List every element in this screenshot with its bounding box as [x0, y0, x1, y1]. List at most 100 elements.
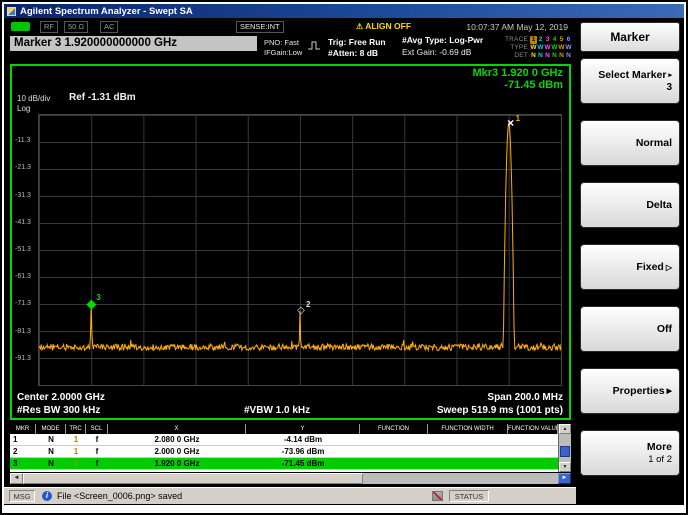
marker-table: MKRMODETRCSCLXYFUNCTIONFUNCTION WIDTHFUN…	[10, 424, 571, 472]
trace-status-cell: W	[544, 44, 551, 52]
attenuation-readout: #Atten: 8 dB	[328, 48, 378, 58]
column-header: MKR	[10, 424, 36, 434]
table-row[interactable]: 3N1f1.920 0 GHz-71.45 dBm	[10, 458, 558, 470]
active-function-readout: Marker 3 1.920000000000 GHz	[10, 36, 257, 51]
table-cell	[428, 434, 508, 445]
trace-row: TRACE123456	[494, 36, 572, 44]
softkey-off[interactable]: Off	[580, 306, 680, 352]
submenu-arrow-icon: ▸	[668, 71, 672, 79]
trace-values: 123456	[530, 36, 572, 44]
table-cell	[508, 458, 558, 469]
softkey-label: More	[647, 441, 672, 453]
table-cell: N	[36, 446, 66, 457]
span-label: Span 200.0 MHz	[487, 392, 563, 403]
vertical-scrollbar[interactable]: ▲ ▼	[558, 424, 571, 472]
softkey-more[interactable]: More 1 of 2	[580, 430, 680, 476]
table-cell	[428, 458, 508, 469]
table-cell: 3	[10, 458, 36, 469]
table-row[interactable]: 1N1f2.080 0 GHz-4.14 dBm	[10, 434, 558, 446]
table-row[interactable]: 2N1f2.000 0 GHz-73.96 dBm	[10, 446, 558, 458]
table-cell	[428, 446, 508, 457]
softkey-select-marker[interactable]: Select Marker▸ 3	[580, 58, 680, 104]
softkey-fixed[interactable]: Fixed▷	[580, 244, 680, 290]
table-cell: N	[36, 434, 66, 445]
settings-readout-row: Marker 3 1.920000000000 GHz PNO: Fast IF…	[4, 35, 576, 63]
y-axis-label: -91.3	[15, 355, 31, 362]
column-header: Y	[246, 424, 360, 434]
app-icon	[7, 7, 16, 16]
table-cell	[508, 446, 558, 457]
trace-status-cell: N	[565, 52, 572, 60]
marker-2-label: 2	[306, 300, 310, 310]
softkey-value: 1 of 2	[648, 454, 672, 465]
table-cell	[508, 434, 558, 445]
marker-3-symbol: ◆	[86, 299, 96, 309]
column-header: X	[108, 424, 246, 434]
table-cell: 1	[10, 434, 36, 445]
scroll-right-button[interactable]: ►	[558, 473, 571, 484]
table-cell: 2.000 0 GHz	[108, 446, 246, 457]
res-bw-label: #Res BW 300 kHz	[17, 405, 100, 416]
softkey-label: Select Marker	[598, 69, 666, 81]
det-row-label: DET	[514, 52, 528, 60]
window-titlebar: Agilent Spectrum Analyzer - Swept SA	[4, 4, 684, 18]
ref-level-label: Ref -1.31 dBm	[69, 92, 136, 103]
softkey-label: Off	[657, 323, 672, 335]
y-axis-label: -51.3	[15, 246, 31, 253]
softkey-label: Normal	[636, 137, 672, 149]
trace-status-block: TRACE123456 TYPEWWWWWW DETNNNNNN	[494, 36, 572, 60]
type-values: WWWWWW	[530, 44, 572, 52]
marker-1-symbol: ×	[507, 118, 514, 128]
trigger-readout: Trig: Free Run	[328, 37, 386, 47]
scroll-up-button[interactable]: ▲	[559, 424, 571, 434]
softkey-properties[interactable]: Properties▶	[580, 368, 680, 414]
type-row: TYPEWWWWWW	[494, 44, 572, 52]
msg-label: MSG	[9, 490, 35, 502]
scroll-down-button[interactable]: ▼	[559, 462, 571, 472]
table-cell: -4.14 dBm	[246, 434, 360, 445]
status-message: File <Screen_0006.png> saved	[57, 491, 182, 501]
align-off-warning: ⚠ ALIGN OFF	[356, 21, 411, 31]
scroll-left-button[interactable]: ◄	[10, 473, 23, 484]
vscrollbar-thumb[interactable]	[560, 446, 570, 457]
column-header: MODE	[36, 424, 66, 434]
table-cell: 1	[66, 458, 86, 469]
trace-status-cell: 5	[558, 36, 565, 44]
softkey-normal[interactable]: Normal	[580, 120, 680, 166]
y-axis-labels: -11.3-21.3-31.3-41.3-51.3-61.3-71.3-81.3…	[15, 114, 37, 386]
marker-3-label: 3	[96, 293, 100, 303]
column-header: SCL	[86, 424, 108, 434]
align-off-label: ALIGN OFF	[365, 21, 411, 31]
coupling-indicator: AC	[100, 21, 118, 33]
softkey-label: Delta	[646, 199, 672, 211]
table-cell: -71.45 dBm	[246, 458, 360, 469]
horizontal-scrollbar[interactable]: ◄ ►	[10, 473, 571, 484]
video-bw-label: #VBW 1.0 kHz	[244, 405, 310, 416]
softkey-delta[interactable]: Delta	[580, 182, 680, 228]
hscrollbar-thumb[interactable]	[23, 473, 363, 484]
table-cell	[360, 434, 428, 445]
table-cell: 2.080 0 GHz	[108, 434, 246, 445]
trace-status-cell: 6	[565, 36, 572, 44]
type-row-label: TYPE	[510, 44, 528, 52]
trace-status-cell: W	[530, 44, 537, 52]
y-axis-label: -61.3	[15, 273, 31, 280]
warning-icon: ⚠	[356, 22, 363, 31]
trace-status-cell: 1	[530, 36, 537, 44]
marker-2-symbol: ◇	[297, 305, 305, 315]
marker-ampl-readout: -71.45 dBm	[473, 79, 564, 91]
y-axis-label: -11.3	[15, 137, 30, 144]
y-axis-label: -41.3	[15, 219, 31, 226]
det-row: DETNNNNNN	[494, 52, 572, 60]
table-cell: 2	[10, 446, 36, 457]
softkey-label: Fixed	[636, 261, 663, 273]
column-header: TRC	[66, 424, 86, 434]
trace-status-cell: 2	[537, 36, 544, 44]
status-row: RF 50 Ω AC SENSE:INT ⚠ ALIGN OFF 10:07:3…	[4, 19, 576, 35]
avg-type-readout: #Avg Type: Log-Pwr	[402, 35, 483, 45]
softkey-menu-title: Marker	[580, 22, 680, 52]
remote-indicator	[11, 22, 30, 31]
active-marker-readout: Mkr3 1.920 0 GHz -71.45 dBm	[473, 67, 564, 91]
table-cell: -73.96 dBm	[246, 446, 360, 457]
graticule: ×1◇2◆3	[38, 114, 562, 386]
